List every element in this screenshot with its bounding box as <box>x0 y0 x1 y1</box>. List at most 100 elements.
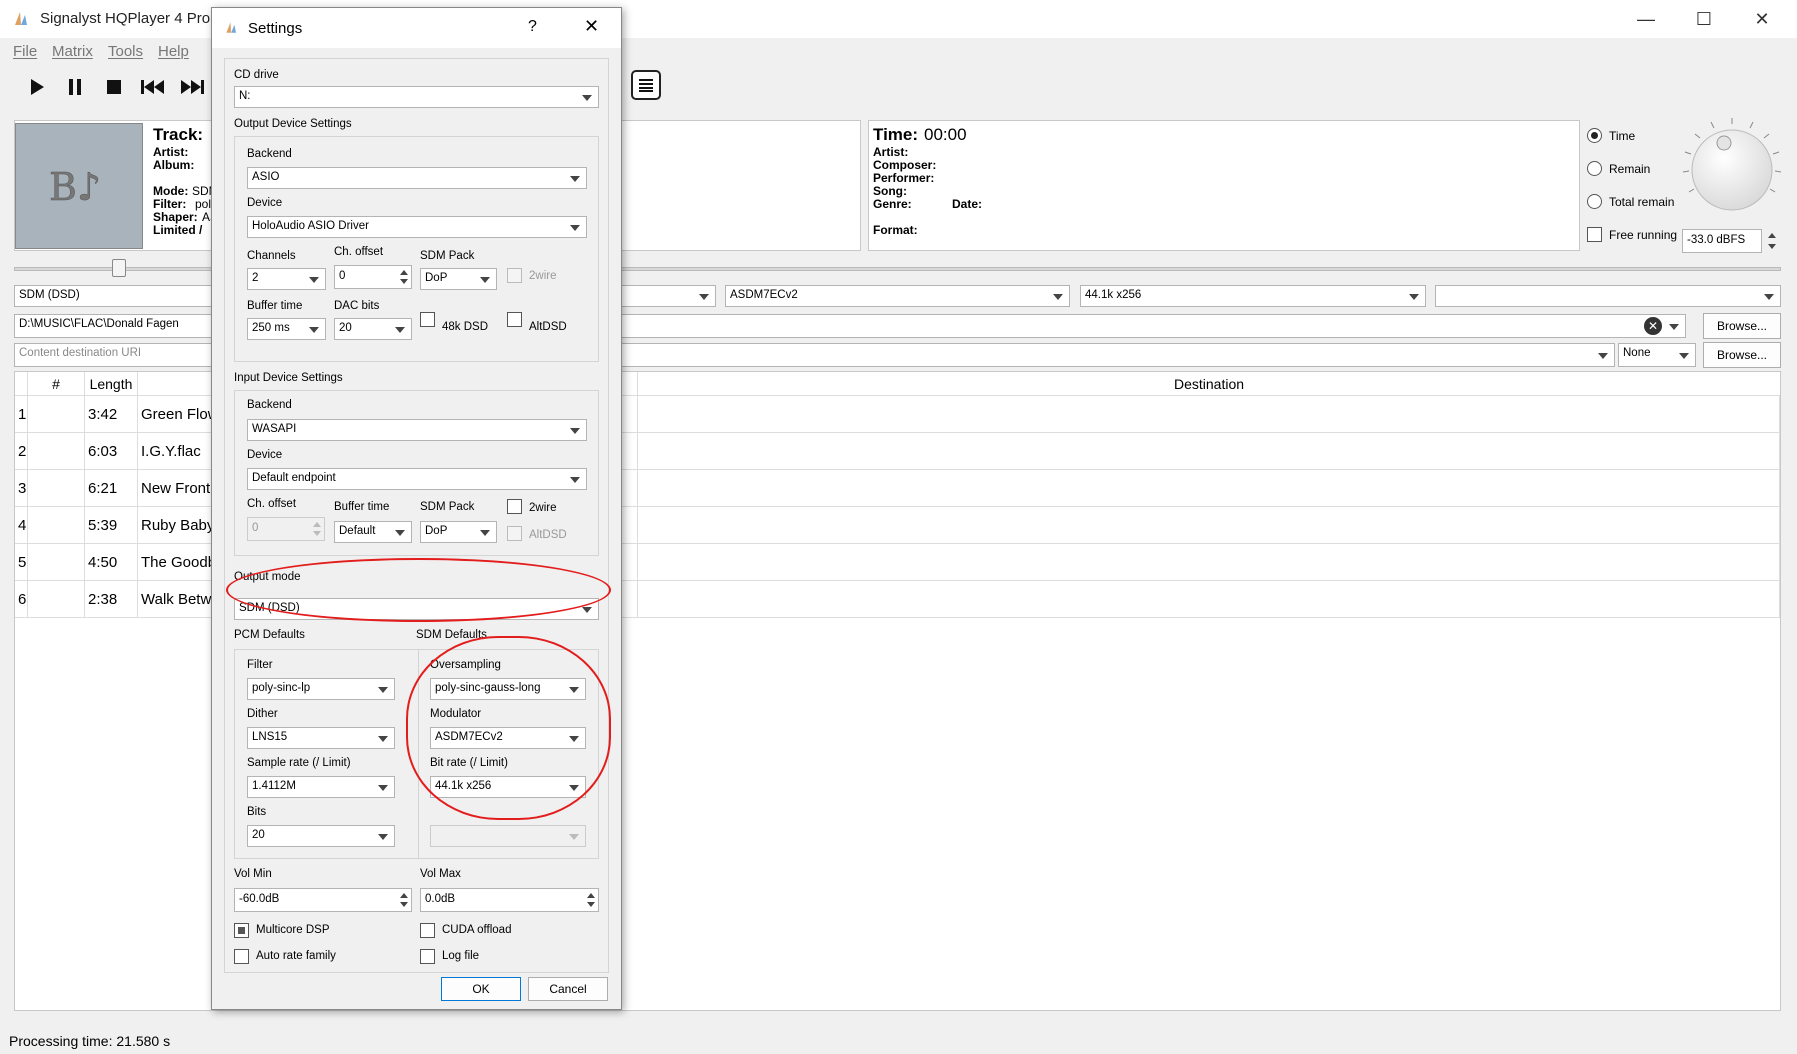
column-header-length[interactable]: Length <box>85 372 138 396</box>
bit-rate-combo[interactable]: 44.1k x256 <box>430 776 586 798</box>
track-index-cell <box>28 581 85 618</box>
menu-help[interactable]: Help <box>158 43 189 60</box>
buffer-time-combo[interactable]: 250 ms <box>247 318 326 340</box>
in-device-combo[interactable]: Default endpoint <box>247 468 587 490</box>
help-button[interactable]: ? <box>528 18 537 36</box>
dither-combo[interactable]: LNS15 <box>247 727 395 749</box>
stop-icon <box>107 80 121 94</box>
multicore-dsp-label: Multicore DSP <box>256 924 330 936</box>
log-file-checkbox[interactable] <box>420 949 435 964</box>
modulator-combo[interactable]: ASDM7ECv2 <box>430 727 586 749</box>
album-placeholder-icon: B♪ <box>49 166 102 206</box>
column-header-number[interactable]: # <box>28 372 85 396</box>
track-index-cell <box>28 396 85 433</box>
cd-drive-combo[interactable]: N: <box>234 86 599 108</box>
channels-combo[interactable]: 2 <box>247 268 326 290</box>
minimize-button[interactable]: — <box>1617 0 1675 38</box>
remain-radio[interactable] <box>1587 161 1602 176</box>
status-bar: Processing time: 21.580 s <box>0 1030 1797 1054</box>
cancel-button[interactable]: Cancel <box>528 977 608 1001</box>
browse-button[interactable]: Browse... <box>1703 313 1781 339</box>
out-backend-label: Backend <box>247 148 292 160</box>
dialog-title: Settings <box>248 20 303 37</box>
row-number-cell: 5 <box>15 544 28 581</box>
skip-back-icon <box>141 80 164 94</box>
total-remain-radio[interactable] <box>1587 194 1602 209</box>
browse-destination-button[interactable]: Browse... <box>1703 342 1781 368</box>
performer-label: Performer: <box>873 171 935 185</box>
twowire-checkbox[interactable] <box>507 268 522 283</box>
destination-cell <box>638 507 1780 544</box>
maximize-button[interactable]: ☐ <box>1675 0 1733 38</box>
in-twowire-checkbox[interactable] <box>507 499 522 514</box>
out-device-combo[interactable]: HoloAudio ASIO Driver <box>247 216 587 238</box>
in-altdsd-checkbox[interactable] <box>507 526 522 541</box>
buffer-time-label: Buffer time <box>247 300 303 312</box>
previous-button[interactable] <box>137 72 169 102</box>
destination-cell <box>638 433 1780 470</box>
next-button[interactable] <box>176 72 208 102</box>
clear-path-icon[interactable]: ✕ <box>1644 317 1662 335</box>
cd-drive-label: CD drive <box>234 69 279 81</box>
filter-combo[interactable]: poly-sinc-lp <box>247 678 395 700</box>
menu-file[interactable]: File <box>13 43 37 60</box>
dac-bits-combo[interactable]: 20 <box>334 318 412 340</box>
destination-type-combo[interactable]: None <box>1618 343 1696 367</box>
in-backend-combo[interactable]: WASAPI <box>247 419 587 441</box>
volume-field[interactable]: -33.0 dBFS <box>1682 229 1762 253</box>
in-backend-label: Backend <box>247 399 292 411</box>
sample-rate-combo[interactable]: 1.4112M <box>247 776 395 798</box>
bit-rate-label: Bit rate (/ Limit) <box>430 757 508 769</box>
ok-button[interactable]: OK <box>441 977 521 1001</box>
oversampling-combo[interactable]: poly-sinc-gauss-long <box>430 678 586 700</box>
time-label: Time: <box>873 125 919 144</box>
dsd48k-checkbox[interactable] <box>420 312 435 327</box>
extra-combo-main[interactable] <box>1435 285 1781 307</box>
menu-matrix[interactable]: Matrix <box>52 43 93 60</box>
stop-button[interactable] <box>98 72 130 102</box>
dialog-close-button[interactable]: ✕ <box>584 16 599 37</box>
cuda-offload-label: CUDA offload <box>442 924 512 936</box>
sdm-extra-combo[interactable] <box>430 825 586 847</box>
length-cell: 3:42 <box>85 396 138 433</box>
remain-radio-label: Remain <box>1609 162 1651 176</box>
sample-rate-label: Sample rate (/ Limit) <box>247 757 351 769</box>
length-cell: 5:39 <box>85 507 138 544</box>
play-button[interactable] <box>21 72 53 102</box>
pause-button[interactable] <box>59 72 91 102</box>
menu-tools[interactable]: Tools <box>108 43 143 60</box>
vol-min-spinbox[interactable]: -60.0dB <box>234 888 412 912</box>
modulator-combo-main[interactable]: ASDM7ECv2 <box>725 285 1070 307</box>
rate-combo-main[interactable]: 44.1k x256 <box>1080 285 1426 307</box>
in-altdsd-label: AltDSD <box>529 529 567 541</box>
destination-cell <box>638 396 1780 433</box>
hqplayer-logo-icon <box>15 12 27 25</box>
close-window-button[interactable]: ✕ <box>1733 0 1791 38</box>
free-running-checkbox[interactable] <box>1587 227 1602 242</box>
vol-max-spinbox[interactable]: 0.0dB <box>420 888 599 912</box>
sdm-pack-combo[interactable]: DoP <box>420 268 497 290</box>
artist-label: Artist: <box>153 145 189 159</box>
output-mode-combo[interactable]: SDM (DSD) <box>234 598 599 620</box>
bits-combo[interactable]: 20 <box>247 825 395 847</box>
auto-rate-family-checkbox[interactable] <box>234 949 249 964</box>
free-running-label: Free running <box>1609 228 1678 242</box>
cuda-offload-checkbox[interactable] <box>420 923 435 938</box>
in-ch-offset-spinbox[interactable]: 0 <box>247 517 325 541</box>
ch-offset-spinbox[interactable]: 0 <box>334 265 412 289</box>
out-backend-combo[interactable]: ASIO <box>247 167 587 189</box>
time-info-panel: Time: 00:00 Artist: Composer: Performer:… <box>868 120 1580 251</box>
playlist-view-button[interactable] <box>631 70 661 100</box>
row-number-cell: 3 <box>15 470 28 507</box>
in-sdm-pack-combo[interactable]: DoP <box>420 521 497 543</box>
column-header-destination[interactable]: Destination <box>638 372 1780 396</box>
row-header-corner <box>15 372 28 396</box>
in-buffer-time-combo[interactable]: Default <box>334 521 412 543</box>
altdsd-checkbox[interactable] <box>507 312 522 327</box>
time-value: 00:00 <box>924 125 967 144</box>
volume-spinner[interactable] <box>1764 229 1780 253</box>
volume-knob[interactable] <box>1680 116 1784 220</box>
multicore-dsp-checkbox[interactable] <box>234 923 249 938</box>
seek-slider-handle[interactable] <box>112 259 126 277</box>
time-radio[interactable] <box>1587 128 1602 143</box>
